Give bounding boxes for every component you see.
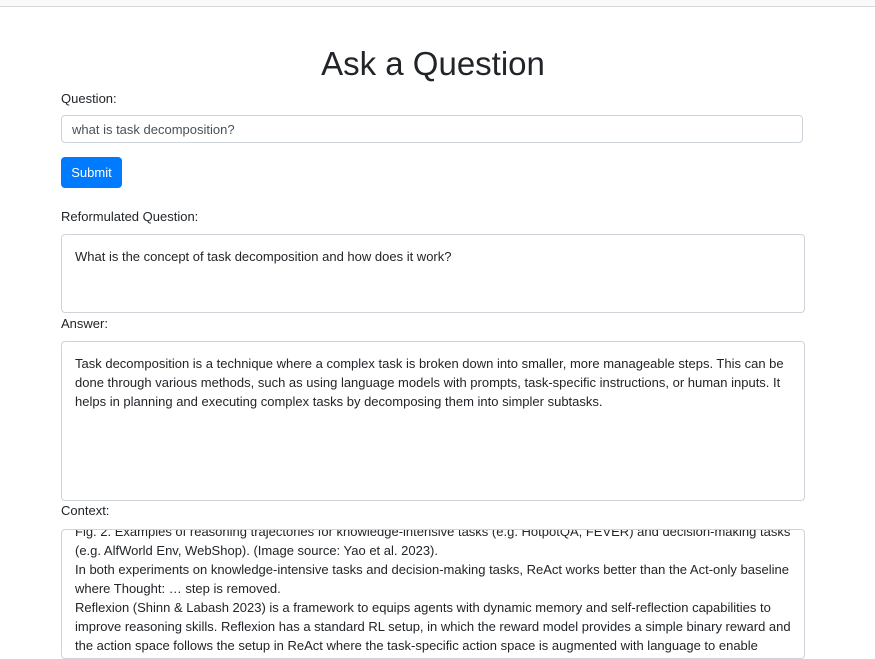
context-line: where Thought: … step is removed. bbox=[75, 581, 281, 596]
context-line: the action space follows the setup in Re… bbox=[75, 638, 758, 653]
context-line: Reflexion (Shinn & Labash 2023) is a fra… bbox=[75, 600, 771, 615]
submit-button[interactable]: Submit bbox=[61, 157, 122, 188]
context-text: Fig. 2. Examples of reasoning trajectori… bbox=[75, 529, 791, 655]
answer-text: Task decomposition is a technique where … bbox=[75, 356, 784, 409]
reformulated-question-box: What is the concept of task decompositio… bbox=[61, 234, 805, 313]
reformulated-question-text: What is the concept of task decompositio… bbox=[75, 249, 452, 264]
question-input[interactable]: what is task decomposition? bbox=[61, 115, 803, 143]
context-label: Context: bbox=[61, 503, 110, 518]
context-line: Fig. 2. Examples of reasoning trajectori… bbox=[75, 529, 791, 539]
reformulated-question-label: Reformulated Question: bbox=[61, 209, 199, 224]
context-line: In both experiments on knowledge-intensi… bbox=[75, 562, 789, 577]
context-box[interactable]: Fig. 2. Examples of reasoning trajectori… bbox=[61, 529, 805, 659]
question-label: Question: bbox=[61, 91, 117, 106]
page-title: Ask a Question bbox=[321, 45, 545, 82]
context-line: (e.g. AlfWorld Env, WebShop). (Image sou… bbox=[75, 543, 438, 558]
browser-top-edge bbox=[0, 0, 875, 7]
answer-label: Answer: bbox=[61, 316, 108, 331]
answer-box: Task decomposition is a technique where … bbox=[61, 341, 805, 501]
context-line: improve reasoning skills. Reflexion has … bbox=[75, 619, 791, 634]
